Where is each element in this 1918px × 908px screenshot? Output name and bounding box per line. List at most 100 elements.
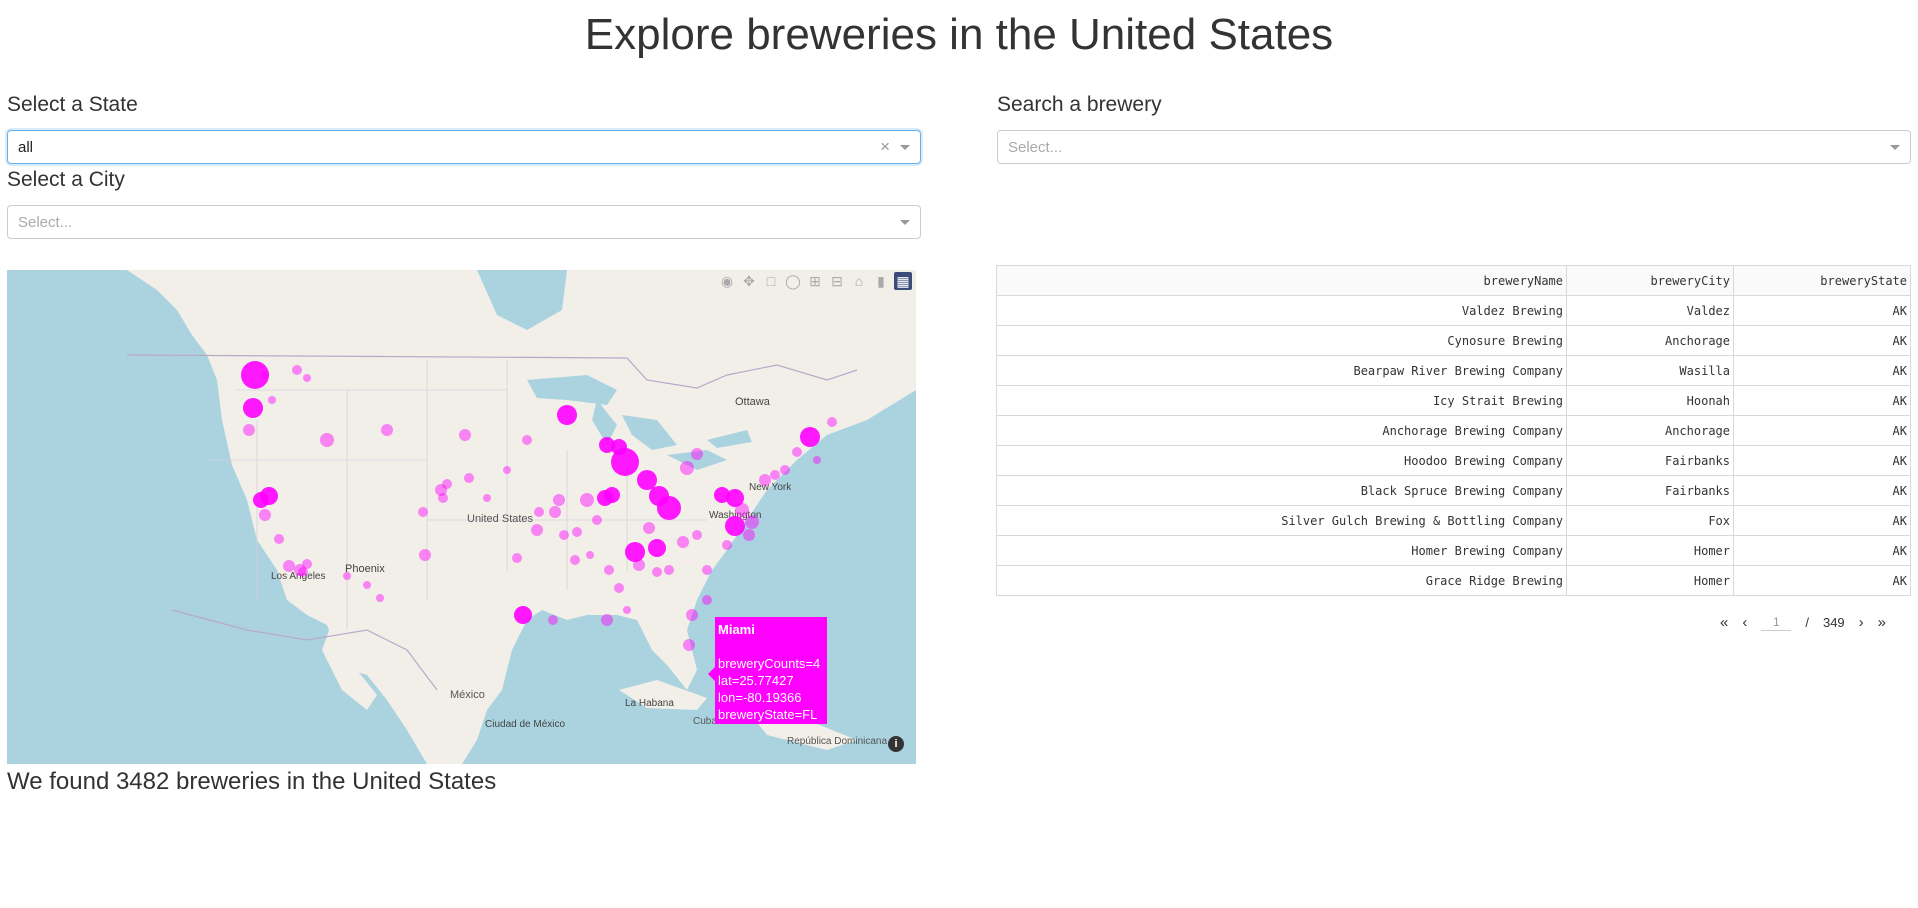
brewery-marker[interactable] [418,507,428,517]
brewery-marker[interactable] [601,614,613,626]
zoom-out-icon[interactable]: ⊟ [828,272,846,290]
brewery-marker[interactable] [683,639,695,651]
brewery-marker[interactable] [725,516,745,536]
brewery-marker[interactable] [759,474,771,486]
brewery-marker[interactable] [648,539,666,557]
brewery-marker[interactable] [522,435,532,445]
brewery-marker[interactable] [702,595,712,605]
chevron-down-icon[interactable] [900,145,910,150]
chevron-down-icon[interactable] [1890,145,1900,150]
brewery-marker[interactable] [292,365,302,375]
brewery-marker[interactable] [363,581,371,589]
brewery-marker[interactable] [419,549,431,561]
box-select-icon[interactable]: □ [762,272,780,290]
first-page-button[interactable]: « [1720,614,1728,631]
table-row[interactable]: Icy Strait Brewing Hoonah AK [996,385,1911,416]
table-row[interactable]: Hoodoo Brewing Company Fairbanks AK [996,445,1911,476]
brewery-marker[interactable] [604,565,614,575]
brewery-marker[interactable] [780,465,790,475]
table-row[interactable]: Bearpaw River Brewing Company Wasilla AK [996,355,1911,386]
brewery-marker[interactable] [722,540,732,550]
brewery-marker[interactable] [677,536,689,548]
table-row[interactable]: Grace Ridge Brewing Homer AK [996,565,1911,596]
brewery-marker[interactable] [686,609,698,621]
brewery-marker[interactable] [253,492,269,508]
brewery-marker[interactable] [680,461,694,475]
camera-icon[interactable]: ◉ [718,272,736,290]
brewery-marker[interactable] [343,572,351,580]
table-row[interactable]: Cynosure Brewing Anchorage AK [996,325,1911,356]
previous-page-button[interactable]: ‹ [1742,614,1747,631]
brewery-marker[interactable] [800,427,820,447]
brewery-marker[interactable] [548,615,558,625]
brewery-marker[interactable] [633,559,645,571]
brewery-marker[interactable] [702,565,712,575]
brewery-marker[interactable] [592,515,602,525]
plotly-logo-icon[interactable]: ▦ [894,272,912,290]
brewery-marker[interactable] [503,466,511,474]
brewery-marker[interactable] [320,433,334,447]
next-page-button[interactable]: › [1859,614,1864,631]
brewery-marker[interactable] [514,606,532,624]
brewery-marker[interactable] [572,527,582,537]
current-page-input[interactable] [1761,614,1792,631]
table-row[interactable]: Silver Gulch Brewing & Bottling Company F… [996,505,1911,536]
brewery-marker[interactable] [625,542,645,562]
last-page-button[interactable]: » [1878,614,1886,631]
brewery-marker[interactable] [614,583,624,593]
brewery-marker[interactable] [652,567,662,577]
brewery-marker[interactable] [611,448,639,476]
zoom-in-icon[interactable]: ⊞ [806,272,824,290]
home-icon[interactable]: ⌂ [850,272,868,290]
brewery-marker[interactable] [792,447,802,457]
brewery-marker[interactable] [442,479,452,489]
brewery-marker[interactable] [302,559,312,569]
brewery-marker[interactable] [559,530,569,540]
brewery-marker[interactable] [643,522,655,534]
brewery-marker[interactable] [623,606,631,614]
table-row[interactable]: Homer Brewing Company Homer AK [996,535,1911,566]
brewery-marker[interactable] [274,534,284,544]
brewery-marker[interactable] [549,506,561,518]
column-header-brewery-name[interactable]: breweryName [996,265,1567,296]
brewery-marker[interactable] [692,530,702,540]
clear-icon[interactable]: × [880,137,890,157]
brewery-marker[interactable] [657,496,681,520]
brewery-marker[interactable] [580,493,594,507]
brewery-marker[interactable] [691,448,703,460]
brewery-marker[interactable] [376,594,384,602]
brewery-marker[interactable] [597,490,613,506]
brewery-marker[interactable] [243,398,263,418]
brewery-marker[interactable] [557,405,577,425]
brewery-marker[interactable] [259,509,271,521]
brewery-marker[interactable] [813,456,821,464]
brewery-marker[interactable] [745,515,759,529]
hover-icon[interactable]: ▮ [872,272,890,290]
table-row[interactable]: Anchorage Brewing Company Anchorage AK [996,415,1911,446]
brewery-marker[interactable] [483,494,491,502]
column-header-brewery-state[interactable]: breweryState [1733,265,1911,296]
brewery-marker[interactable] [464,473,474,483]
brewery-marker[interactable] [381,424,393,436]
brewery-marker[interactable] [770,470,780,480]
brewery-search-select[interactable]: Select... [997,130,1911,164]
state-select[interactable]: all × [7,130,921,164]
brewery-marker[interactable] [243,424,255,436]
brewery-marker[interactable] [531,524,543,536]
column-header-brewery-city[interactable]: breweryCity [1566,265,1734,296]
brewery-marker[interactable] [459,429,471,441]
brewery-marker[interactable] [743,529,755,541]
brewery-marker[interactable] [283,560,295,572]
brewery-marker[interactable] [303,374,311,382]
map-info-icon[interactable]: i [888,736,904,752]
city-select[interactable]: Select... [7,205,921,239]
brewery-marker[interactable] [735,503,749,517]
brewery-marker[interactable] [664,565,674,575]
lasso-icon[interactable]: ◯ [784,272,802,290]
brewery-marker[interactable] [438,493,448,503]
brewery-marker[interactable] [261,371,269,379]
brewery-marker[interactable] [512,553,522,563]
brewery-marker[interactable] [827,417,837,427]
brewery-marker[interactable] [553,494,565,506]
brewery-marker[interactable] [570,555,580,565]
